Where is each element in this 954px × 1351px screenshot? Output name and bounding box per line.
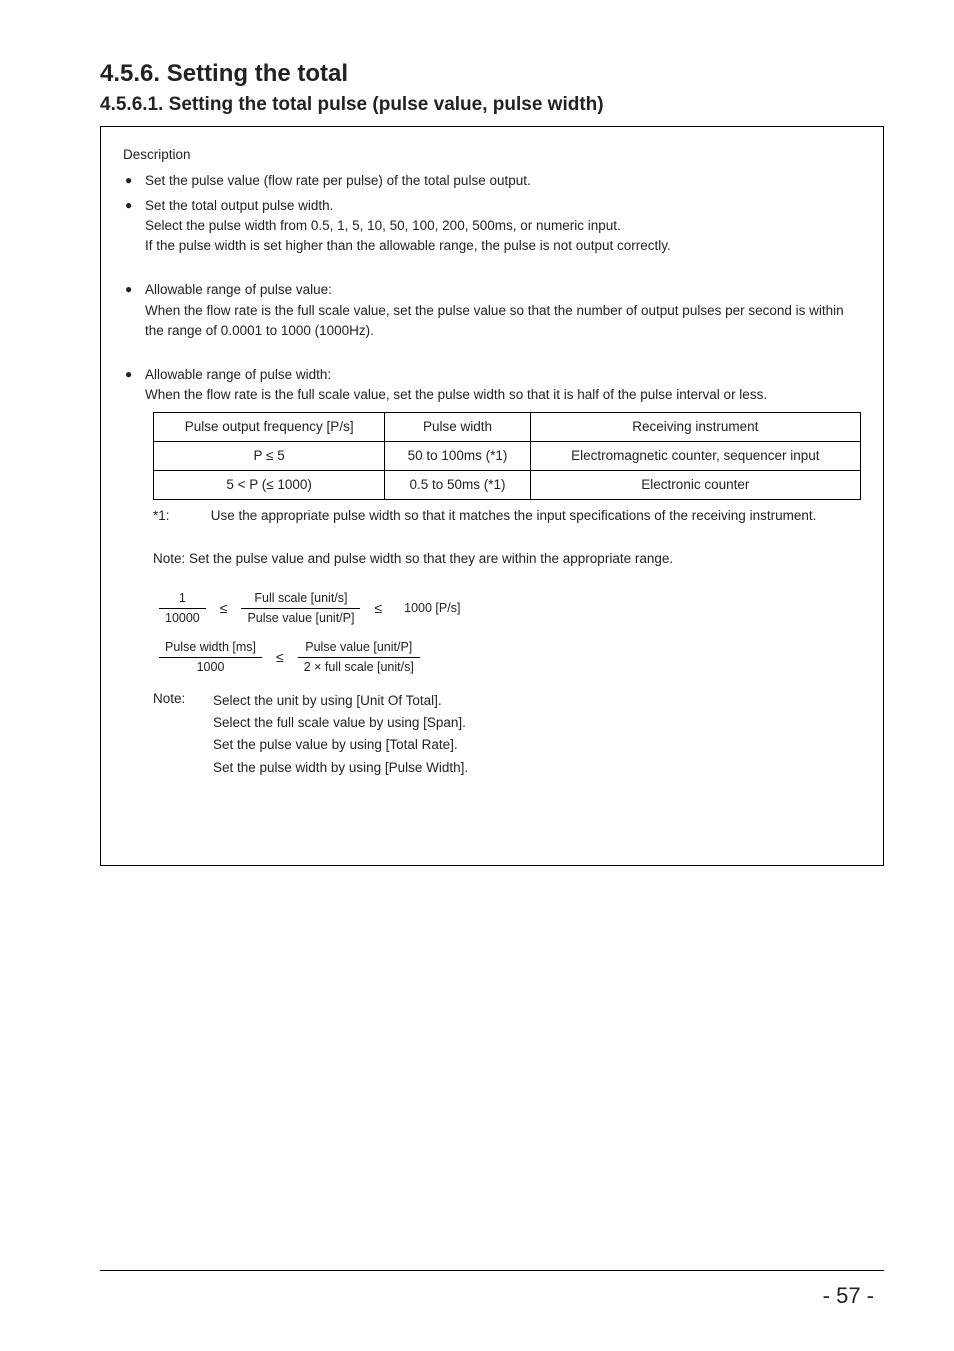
star-label: *1: [153,506,207,526]
footer-rule [100,1270,884,1271]
formula-row: Pulse width [ms] 1000 ≤ Pulse value [uni… [153,640,861,675]
note-line: Set the pulse value by using [Total Rate… [213,735,468,755]
description-label: Description [123,145,861,165]
table-cell: 50 to 100ms (*1) [385,441,530,470]
section-heading: 4.5.6. Setting the total [100,60,884,88]
table-header: Pulse output frequency [P/s] [154,412,385,441]
frac-bar [159,608,206,609]
bullet-text: Allowable range of pulse width: [145,367,331,382]
bullet-text: Allowable range of pulse value: [145,282,332,297]
table-cell: Electromagnetic counter, sequencer input [530,441,860,470]
fraction: Pulse width [ms] 1000 [159,640,262,675]
outer-list-3: Allowable range of pulse width: When the… [123,365,861,406]
leq-symbol: ≤ [220,598,228,619]
bullet-sub: When the flow rate is the full scale val… [145,301,861,342]
outer-list-2: Allowable range of pulse value: When the… [123,280,861,341]
frac-bar [241,608,360,609]
bullet-sub: Select the pulse width from 0.5, 1, 5, 1… [145,216,861,236]
frac-bar [159,657,262,658]
bullet-pulse-width: Set the total output pulse width. Select… [123,196,861,257]
bullet-width-range: Allowable range of pulse width: When the… [123,365,861,406]
sub-heading: 4.5.6.1. Setting the total pulse (pulse … [100,94,884,116]
note-label: Note: [153,551,185,566]
pulse-table: Pulse output frequency [P/s] Pulse width… [153,412,861,501]
frac-bar [298,657,420,658]
bullet-text: Set the pulse value (flow rate per pulse… [145,173,531,188]
bullet-sub: When the flow rate is the full scale val… [145,385,861,405]
bottom-note: Note: Select the unit by using [Unit Of … [153,689,861,780]
table-cell: 5 < P (≤ 1000) [154,471,385,500]
frac-num: Pulse width [ms] [159,640,262,655]
frac-num: 1 [173,591,192,606]
frac-num: Full scale [unit/s] [248,591,353,606]
formula-row: 1 10000 ≤ Full scale [unit/s] Pulse valu… [153,591,861,626]
frac-den: 10000 [159,611,206,626]
leq-symbol: ≤ [374,598,382,619]
table-note: *1: Use the appropriate pulse width so t… [153,506,861,526]
note-label: Note: [153,689,213,780]
note-body: Select the unit by using [Unit Of Total]… [213,689,468,780]
formula-2: Pulse width [ms] 1000 ≤ Pulse value [uni… [153,640,861,675]
note-line: Set the pulse width by using [Pulse Widt… [213,758,468,778]
table-header: Pulse width [385,412,530,441]
bullet-sub: If the pulse width is set higher than th… [145,236,861,256]
note-body: Set the pulse value and pulse width so t… [189,551,673,566]
content-box: Description Set the pulse value (flow ra… [100,126,884,866]
star-body: Use the appropriate pulse width so that … [211,506,859,526]
frac-den: 1000 [191,660,231,675]
note-line: Select the unit by using [Unit Of Total]… [213,691,468,711]
bullet-text: Set the total output pulse width. [145,198,333,213]
table-cell: P ≤ 5 [154,441,385,470]
fraction: Pulse value [unit/P] 2 × full scale [uni… [298,640,420,675]
formula-1: 1 10000 ≤ Full scale [unit/s] Pulse valu… [153,591,861,626]
page-number: - 57 - [823,1283,874,1309]
leq-symbol: ≤ [276,647,284,668]
frac-num: Pulse value [unit/P] [299,640,418,655]
outer-list: Set the pulse value (flow rate per pulse… [123,171,861,256]
note-line: Select the full scale value by using [Sp… [213,713,468,733]
frac-den: 2 × full scale [unit/s] [298,660,420,675]
table-header: Receiving instrument [530,412,860,441]
fraction: 1 10000 [159,591,206,626]
frac-den: Pulse value [unit/P] [241,611,360,626]
range-right: 1000 [P/s] [404,599,460,618]
bullet-value-range: Allowable range of pulse value: When the… [123,280,861,341]
fraction: Full scale [unit/s] Pulse value [unit/P] [241,591,360,626]
table-cell: 0.5 to 50ms (*1) [385,471,530,500]
formula-note: Note: Set the pulse value and pulse widt… [153,549,861,569]
table-cell: Electronic counter [530,471,860,500]
bullet-pulse-value: Set the pulse value (flow rate per pulse… [123,171,861,191]
